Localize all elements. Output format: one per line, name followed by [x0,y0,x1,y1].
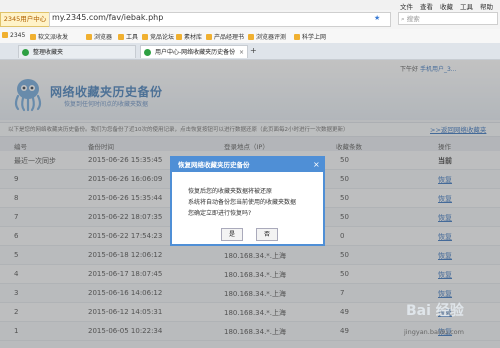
bookmark-star-icon[interactable]: ★ [374,14,380,22]
tab-strip: 整理收藏夹 用户中心-网络收藏夹历史备份 × + [0,43,500,60]
dialog-message-line: 您确定立即进行恢复吗? [188,210,252,217]
watermark-site: jingyan.baidu.com [404,328,464,336]
folder-icon [294,34,300,40]
folder-icon [248,34,254,40]
bookmark-item[interactable]: 竞品论坛 [142,32,174,41]
folder-icon [118,34,124,40]
folder-icon [176,34,182,40]
site-badge[interactable]: 2345用户中心 [0,12,50,27]
folder-icon [30,34,36,40]
folder-icon [2,32,8,38]
folder-icon [86,34,92,40]
bookmark-item[interactable]: 科学上网 [294,32,326,41]
confirm-yes-button[interactable]: 是 [221,228,243,241]
bookmark-item[interactable]: 软文派收发 [30,32,68,41]
window-menu-bar: 文件 查看 收藏 工具 帮助 [0,0,500,11]
folder-icon [142,34,148,40]
bookmark-item[interactable]: 产品经理书 [206,32,244,41]
folder-icon [206,34,212,40]
bookmark-item[interactable]: 工具 [118,32,138,41]
search-input[interactable]: ⌕ 搜索 [398,12,498,25]
tab-organize-favorites[interactable]: 整理收藏夹 [18,45,136,58]
tab-backup-history[interactable]: 用户中心-网络收藏夹历史备份 × [140,45,248,58]
bookmark-item[interactable]: 浏览器评测 [248,32,286,41]
watermark-brand: Bai 经验 [406,303,464,319]
bookmark-item[interactable]: 浏览器 [86,32,112,41]
bookmark-item[interactable]: 素材库 [176,32,202,41]
page-icon [22,49,29,56]
search-placeholder: 搜索 [406,15,420,23]
watermark: Bai 经验 jingyan.baidu.com [404,300,494,344]
restore-dialog: 恢复网络收藏夹历史备份 × 恢复后您的收藏夹数据将被还原 系统将自动备份您当前使… [170,156,325,246]
dialog-message-line: 系统将自动备份您当前使用的收藏夹数据 [188,199,297,206]
address-bar: 2345用户中心 my.2345.com/fav/iebak.php ★ ⌕ 搜… [0,10,500,30]
bookmark-item[interactable]: 2345 [2,32,25,39]
dialog-close-icon[interactable]: × [313,159,320,171]
confirm-no-button[interactable]: 否 [256,228,278,241]
close-icon[interactable]: × [239,46,244,59]
dialog-title: 恢复网络收藏夹历史备份 [172,158,323,172]
new-tab-button[interactable]: + [250,46,257,55]
dialog-message-line: 恢复后您的收藏夹数据将被还原 [188,188,273,195]
url-text[interactable]: my.2345.com/fav/iebak.php [52,13,163,22]
page-icon [144,49,151,56]
bookmarks-bar: 2345 软文派收发 浏览器 工具 竞品论坛 素材库 产品经理书 浏览器评测 科… [0,29,500,44]
